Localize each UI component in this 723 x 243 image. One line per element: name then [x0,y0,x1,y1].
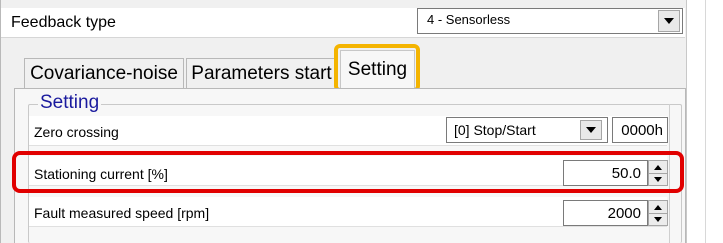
stationing-current-highlight [12,151,684,193]
zero-crossing-hex-field[interactable]: 0000h [612,117,668,143]
tab-covariance-noise[interactable]: Covariance-noise [24,58,184,88]
feedback-type-label: Feedback type [11,14,116,31]
zero-crossing-dropdown-button[interactable] [580,120,602,140]
chevron-down-icon [654,216,662,222]
fault-speed-input[interactable]: 2000 [563,200,648,226]
outer-scroll-divider [705,0,706,243]
tab-parameters-start[interactable]: Parameters start [186,58,337,88]
chevron-up-icon [654,204,662,210]
zero-crossing-label: Zero crossing [34,124,119,140]
chevron-down-icon [664,17,674,24]
zero-crossing-value: [0] Stop/Start [454,122,536,138]
fault-speed-label: Fault measured speed [rpm] [34,205,210,221]
chevron-down-icon [586,126,596,133]
setting-group-title: Setting [38,92,102,114]
fault-speed-spinner[interactable] [648,200,668,226]
feedback-type-dropdown-button[interactable] [658,10,680,32]
feedback-type-value: 4 - Sensorless [427,12,511,27]
setting-tab-highlight [334,44,420,92]
spin-down-button[interactable] [649,213,667,225]
